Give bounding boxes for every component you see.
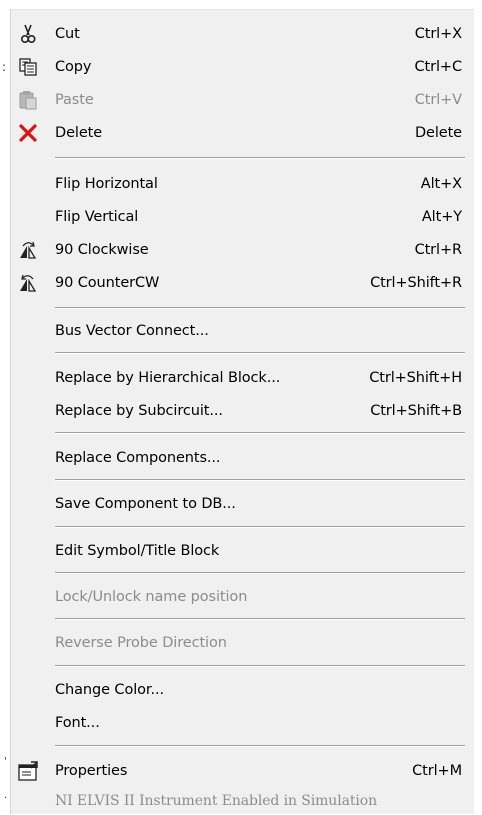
edge-fragment-mark-3: . (4, 790, 8, 801)
menu-item-label: Replace by Subcircuit... (55, 403, 223, 419)
menu-item-change-color[interactable]: Change Color... (11, 674, 473, 706)
menu-separator (55, 665, 465, 667)
menu-item-shortcut: Ctrl+Shift+R (370, 275, 462, 291)
menu-item-ni-elvis[interactable]: NI ELVIS II Instrument Enabled in Simula… (11, 787, 473, 815)
menu-item-delete[interactable]: Delete Delete (11, 117, 473, 149)
menu-separator (55, 526, 465, 528)
menu-item-label: Reverse Probe Direction (55, 635, 227, 651)
menu-item-label: Save Component to DB... (55, 496, 236, 512)
menu-separator (55, 307, 465, 309)
menu-item-label: 90 CounterCW (55, 275, 160, 291)
menu-separator (55, 745, 465, 747)
menu-item-properties[interactable]: Properties Ctrl+M (11, 755, 473, 787)
menu-item-flip-horizontal[interactable]: Flip Horizontal Alt+X (11, 168, 473, 200)
menu-item-label: Properties (55, 763, 128, 779)
menu-item-label: NI ELVIS II Instrument Enabled in Simula… (55, 793, 377, 809)
menu-item-rotate-counterclockwise[interactable]: 90 CounterCW Ctrl+Shift+R (11, 267, 473, 299)
rotate-counterclockwise-icon (15, 270, 41, 296)
menu-separator (55, 572, 465, 574)
menu-item-label: Lock/Unlock name position (55, 589, 248, 605)
menu-item-label: Copy (55, 59, 92, 75)
menu-item-replace-hierarchical-block[interactable]: Replace by Hierarchical Block... Ctrl+Sh… (11, 362, 473, 394)
menu-item-label: Change Color... (55, 682, 164, 698)
menu-item-bus-vector-connect[interactable]: Bus Vector Connect... (11, 315, 473, 347)
menu-item-label: Delete (55, 125, 103, 141)
menu-separator (55, 618, 465, 620)
menu-item-cut[interactable]: Cut Ctrl+X (11, 18, 473, 50)
menu-item-label: Flip Vertical (55, 209, 139, 225)
menu-separator (55, 157, 465, 159)
menu-item-label: Flip Horizontal (55, 176, 158, 192)
paste-icon (15, 87, 41, 113)
menu-item-replace-subcircuit[interactable]: Replace by Subcircuit... Ctrl+Shift+B (11, 395, 473, 427)
menu-item-replace-components[interactable]: Replace Components... (11, 442, 473, 474)
menu-item-rotate-clockwise[interactable]: 90 Clockwise Ctrl+R (11, 234, 473, 266)
menu-item-flip-vertical[interactable]: Flip Vertical Alt+Y (11, 201, 473, 233)
menu-item-label: Edit Symbol/Title Block (55, 543, 220, 559)
menu-item-label: Font... (55, 715, 100, 731)
menu-item-edit-symbol-title-block[interactable]: Edit Symbol/Title Block (11, 535, 473, 567)
menu-item-save-component-to-db[interactable]: Save Component to DB... (11, 488, 473, 520)
menu-item-shortcut: Ctrl+R (414, 242, 463, 258)
scissors-icon (15, 21, 41, 47)
menu-item-label: Paste (55, 92, 94, 108)
menu-item-shortcut: Ctrl+Shift+H (369, 370, 462, 386)
menu-item-shortcut: Ctrl+X (414, 26, 462, 42)
menu-item-shortcut: Delete (414, 125, 462, 141)
menu-item-reverse-probe-direction[interactable]: Reverse Probe Direction (11, 627, 473, 659)
menu-item-label: Bus Vector Connect... (55, 323, 209, 339)
menu-item-lock-unlock-name-position[interactable]: Lock/Unlock name position (11, 581, 473, 613)
menu-separator (55, 352, 465, 354)
copy-icon (15, 54, 41, 80)
edge-fragment-mark-2: ' (4, 756, 7, 767)
menu-item-copy[interactable]: Copy Ctrl+C (11, 51, 473, 83)
menu-separator (55, 479, 465, 481)
menu-item-label: Replace by Hierarchical Block... (55, 370, 281, 386)
edge-fragment-mark: : (2, 60, 7, 74)
menu-item-label: Cut (55, 26, 80, 42)
menu-item-shortcut: Ctrl+M (412, 763, 462, 779)
red-x-icon (15, 120, 41, 146)
rotate-clockwise-icon (15, 237, 41, 263)
menu-separator (55, 432, 465, 434)
menu-item-shortcut: Ctrl+Shift+B (370, 403, 462, 419)
menu-item-font[interactable]: Font... (11, 707, 473, 739)
menu-item-shortcut: Ctrl+V (414, 92, 462, 108)
menu-item-label: Replace Components... (55, 450, 221, 466)
menu-item-shortcut: Alt+Y (421, 209, 462, 225)
menu-item-label: 90 Clockwise (55, 242, 149, 258)
context-menu: Cut Ctrl+X Copy Ctrl+C Paste Ctrl+V Dele… (10, 9, 474, 814)
menu-item-paste[interactable]: Paste Ctrl+V (11, 84, 473, 116)
properties-icon (15, 758, 41, 784)
menu-item-shortcut: Alt+X (420, 176, 462, 192)
menu-item-shortcut: Ctrl+C (414, 59, 463, 75)
